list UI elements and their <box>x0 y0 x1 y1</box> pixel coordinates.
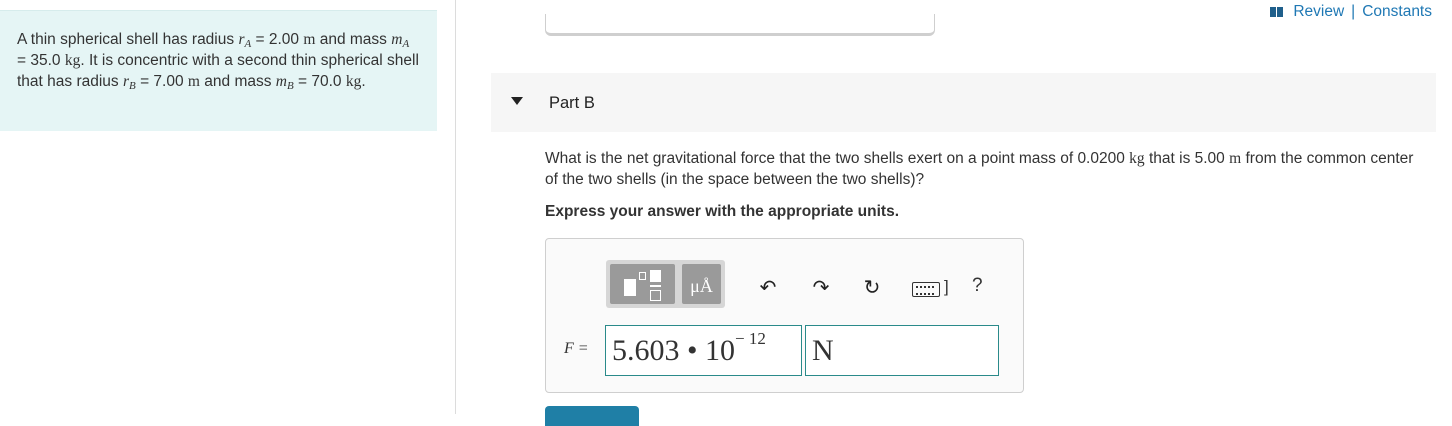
collapse-caret-icon[interactable] <box>511 97 523 105</box>
question-text-part: that is 5.00 <box>1144 150 1230 167</box>
constants-link[interactable]: Constants <box>1362 3 1432 21</box>
value-exponent: − 12 <box>735 329 766 348</box>
template-fraction-bar-icon <box>650 285 661 287</box>
units-button[interactable]: μÅ <box>682 264 721 304</box>
problem-text-part: = 2.00 <box>251 31 304 48</box>
problem-text-part: = 70.0 <box>293 73 346 90</box>
template-fraction-bottom-icon <box>650 290 661 301</box>
problem-text: A thin spherical shell has radius rA = 2… <box>17 29 422 92</box>
problem-text-part: and mass <box>315 31 392 48</box>
problem-text-part: A thin spherical shell has radius <box>17 31 239 48</box>
unit-kilogram: kg <box>1129 150 1145 167</box>
problem-text-part: and mass <box>199 73 276 90</box>
help-button[interactable]: ? <box>972 275 983 297</box>
subscript-a: A <box>402 38 410 50</box>
problem-statement-panel: A thin spherical shell has radius rA = 2… <box>0 10 437 131</box>
column-divider <box>455 0 456 414</box>
unit-meter: m <box>1229 150 1242 167</box>
unit-kilogram: kg <box>64 52 81 69</box>
reset-icon[interactable]: ↻ <box>860 275 884 299</box>
math-toolbar: μÅ <box>606 260 725 308</box>
undo-icon[interactable]: ↶ <box>756 275 780 299</box>
symbol-m: m <box>391 31 403 48</box>
template-exponent-icon <box>639 272 646 280</box>
book-icon <box>1270 7 1284 17</box>
subscript-b: B <box>129 80 136 92</box>
keyboard-bracket: ] <box>944 277 949 296</box>
unit-kilogram: kg <box>345 73 362 90</box>
unit-meter: m <box>187 73 200 90</box>
answer-instruction: Express your answer with the appropriate… <box>545 203 900 220</box>
templates-button[interactable] <box>610 264 675 304</box>
question-text-part: What is the net gravitational force that… <box>545 150 1130 167</box>
problem-text-part: . <box>361 73 366 90</box>
problem-text-part: = 35.0 <box>17 52 65 69</box>
keyboard-icon[interactable] <box>912 282 940 297</box>
review-link[interactable]: Review <box>1293 3 1344 21</box>
problem-text-part: = 7.00 <box>135 73 188 90</box>
answer-label: F = <box>564 340 589 357</box>
unit-input[interactable]: N <box>805 325 999 376</box>
value-mantissa: 5.603 • 10 <box>612 334 736 367</box>
template-fraction-top-icon <box>650 270 661 282</box>
symbol-m: m <box>275 73 287 90</box>
answer-box: μÅ ↶ ↷ ↻ ] ? F = 5.603 • 10− 12 N <box>545 238 1024 393</box>
value-input[interactable]: 5.603 • 10− 12 <box>605 325 802 376</box>
link-separator: | <box>1351 3 1356 20</box>
redo-icon[interactable]: ↷ <box>809 275 833 299</box>
question-text: What is the net gravitational force that… <box>545 148 1425 190</box>
subscript-b: B <box>286 80 294 92</box>
top-links: Review | Constants <box>1270 3 1432 21</box>
part-title: Part B <box>549 94 595 112</box>
unit-meter: m <box>303 31 316 48</box>
submit-button[interactable] <box>545 406 639 426</box>
template-block-icon <box>624 279 636 296</box>
part-b-header[interactable]: Part B <box>491 73 1436 132</box>
previous-part-box <box>545 14 935 36</box>
